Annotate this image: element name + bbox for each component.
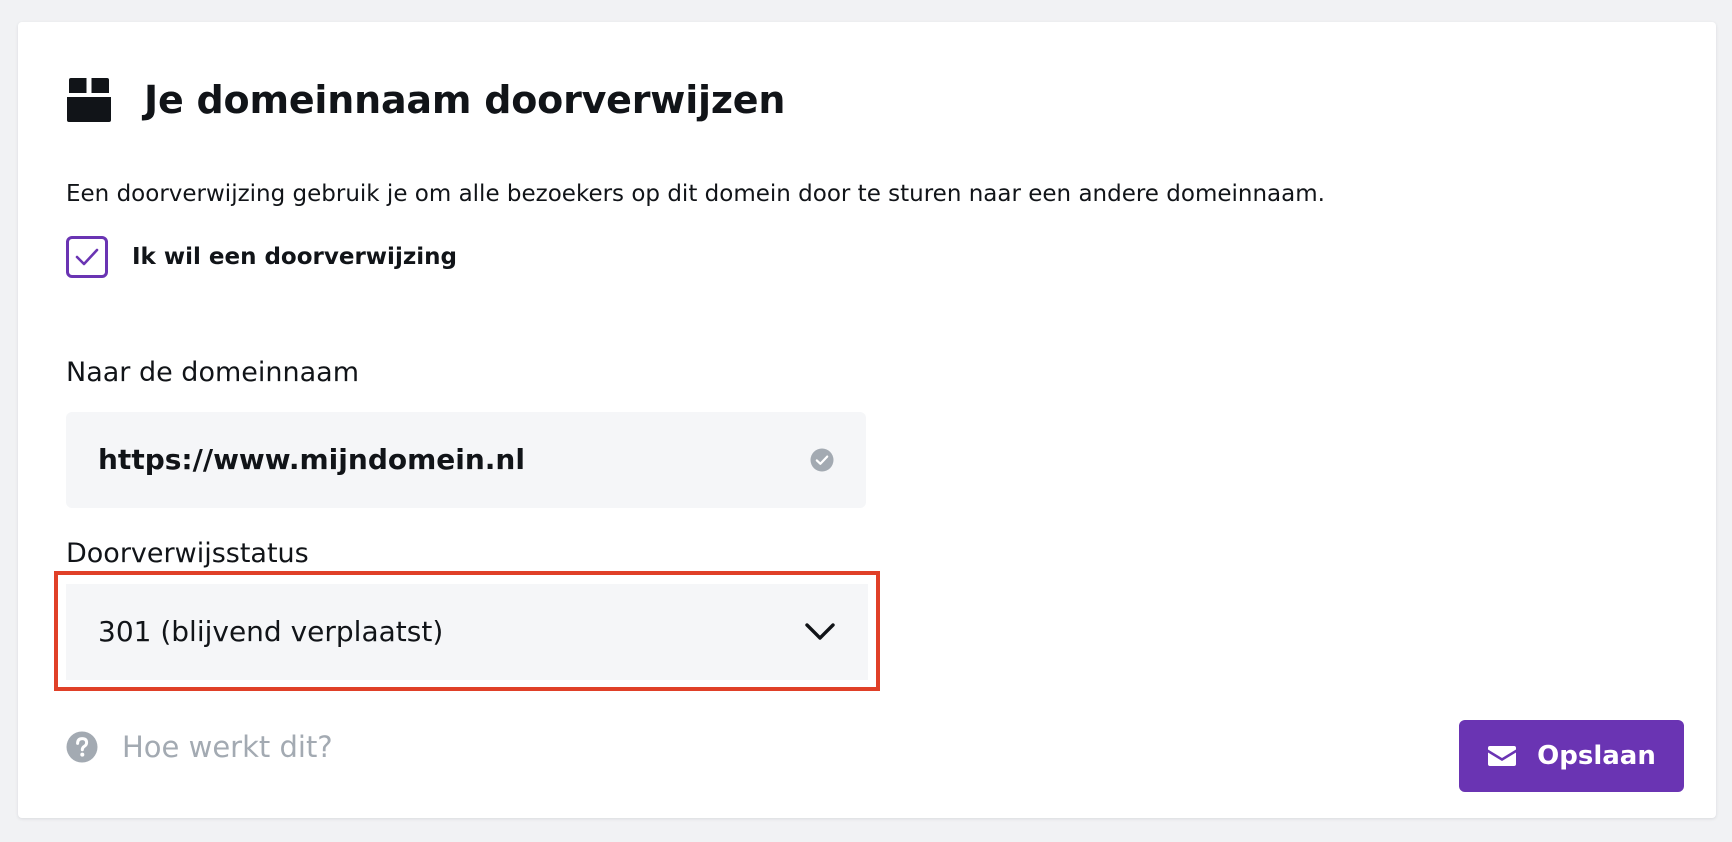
check-circle-icon: [810, 448, 834, 472]
status-select[interactable]: 301 (blijvend verplaatst): [66, 584, 868, 680]
domain-input-value[interactable]: https://www.mijndomein.nl: [98, 442, 810, 478]
card-header: Je domeinnaam doorverwijzen: [66, 76, 785, 124]
help-link-label[interactable]: Hoe werkt dit?: [122, 728, 333, 766]
chevron-down-icon[interactable]: [804, 622, 836, 642]
status-select-value[interactable]: 301 (blijvend verplaatst): [98, 614, 804, 650]
redirect-checkbox-row[interactable]: Ik wil een doorverwijzing: [66, 236, 457, 278]
domain-input[interactable]: https://www.mijndomein.nl: [66, 412, 866, 508]
redirect-card: Je domeinnaam doorverwijzen Een doorverw…: [18, 22, 1716, 818]
domain-field-label: Naar de domeinnaam: [66, 357, 359, 388]
page-title: Je domeinnaam doorverwijzen: [144, 78, 786, 122]
help-link[interactable]: Hoe werkt dit?: [66, 728, 333, 766]
description-text: Een doorverwijzing gebruik je om alle be…: [66, 181, 1325, 207]
redirect-checkbox-label[interactable]: Ik wil een doorverwijzing: [132, 241, 457, 273]
save-button[interactable]: Opslaan: [1459, 720, 1684, 792]
envelope-icon: [1488, 746, 1517, 766]
checkmark-icon: [75, 248, 99, 266]
redirect-checkbox[interactable]: [66, 236, 108, 278]
status-field-label: Doorverwijsstatus: [66, 538, 309, 569]
save-button-label[interactable]: Opslaan: [1537, 739, 1656, 773]
box-icon: [67, 78, 111, 122]
question-circle-icon: [66, 731, 98, 763]
